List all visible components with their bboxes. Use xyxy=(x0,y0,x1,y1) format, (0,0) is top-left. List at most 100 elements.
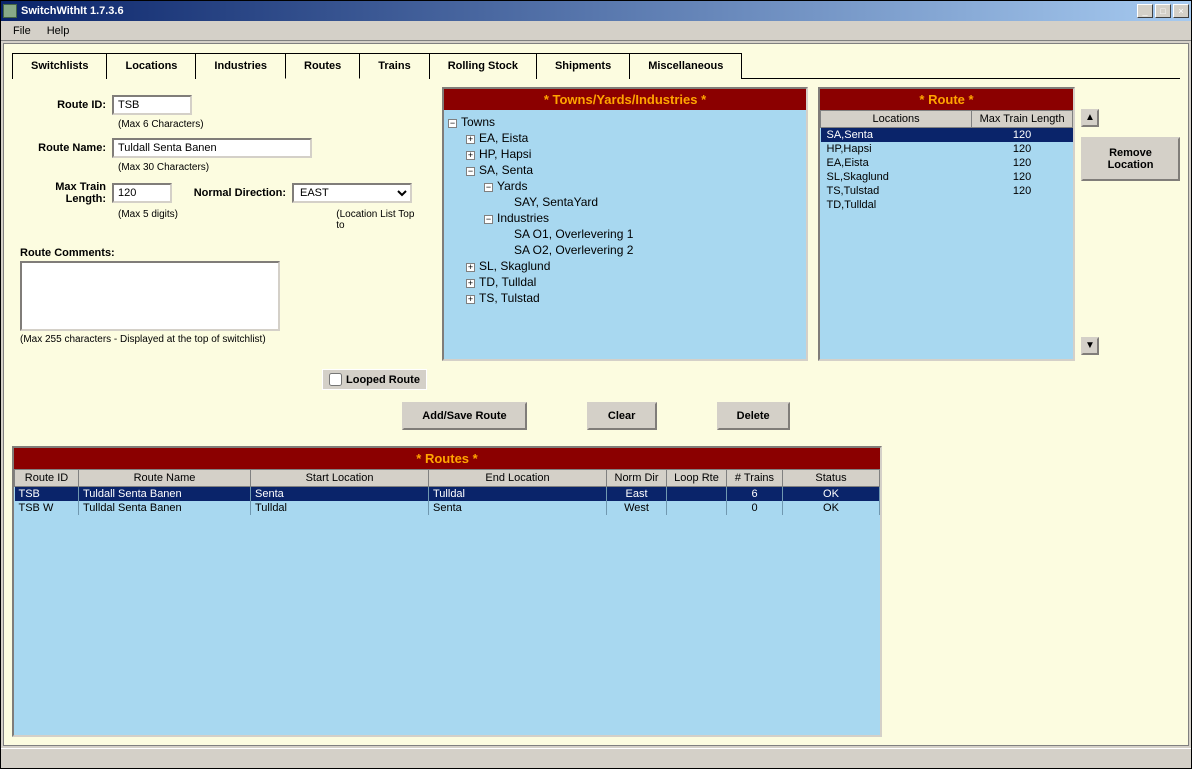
routes-row[interactable]: TSBTuldall Senta BanenSentaTulldalEast6O… xyxy=(15,487,880,502)
route-id-input[interactable] xyxy=(112,95,192,115)
route-row[interactable]: SA,Senta120 xyxy=(821,128,1073,143)
route-row[interactable]: EA,Eista120 xyxy=(821,156,1073,170)
route-cell-length: 120 xyxy=(972,156,1073,170)
tree-toggle-icon[interactable]: − xyxy=(448,119,457,128)
tree-toggle-icon[interactable]: − xyxy=(466,167,475,176)
looped-route-label: Looped Route xyxy=(346,374,420,386)
tree-item[interactable]: HP, Hapsi xyxy=(479,147,531,161)
towns-panel: * Towns/Yards/Industries * −Towns +EA, E… xyxy=(442,87,808,361)
maximize-button[interactable]: □ xyxy=(1155,4,1171,18)
add-save-route-button[interactable]: Add/Save Route xyxy=(402,402,526,430)
tab-shipments[interactable]: Shipments xyxy=(536,53,630,79)
tree-toggle-icon[interactable]: + xyxy=(466,279,475,288)
cell-trains: 6 xyxy=(727,487,783,502)
tab-miscellaneous[interactable]: Miscellaneous xyxy=(629,53,742,79)
col-loop-rte[interactable]: Loop Rte xyxy=(667,470,727,487)
towns-tree[interactable]: −Towns +EA, Eista +HP, Hapsi −SA, Senta … xyxy=(444,110,806,340)
tree-item[interactable]: Yards xyxy=(497,179,527,193)
tree-item[interactable]: Industries xyxy=(497,211,549,225)
scroll-up-icon[interactable]: ▲ xyxy=(1081,109,1099,127)
statusbar xyxy=(1,748,1191,768)
cell-status: OK xyxy=(783,501,880,515)
routes-table: Route ID Route Name Start Location End L… xyxy=(14,469,880,515)
tree-toggle-icon[interactable]: − xyxy=(484,183,493,192)
looped-route-checkbox[interactable] xyxy=(329,373,342,386)
route-id-label: Route ID: xyxy=(20,99,112,111)
tree-item[interactable]: SA O1, Overlevering 1 xyxy=(514,227,633,241)
route-cell-location: HP,Hapsi xyxy=(821,142,972,156)
col-route-id[interactable]: Route ID xyxy=(15,470,79,487)
minimize-button[interactable]: _ xyxy=(1137,4,1153,18)
route-panel-header: * Route * xyxy=(820,89,1073,110)
route-cell-location: SL,Skaglund xyxy=(821,170,972,184)
tree-toggle-icon[interactable]: + xyxy=(466,151,475,160)
tree-item[interactable]: SAY, SentaYard xyxy=(514,195,598,209)
tab-routes[interactable]: Routes xyxy=(285,53,360,79)
route-row[interactable]: HP,Hapsi120 xyxy=(821,142,1073,156)
menu-help[interactable]: Help xyxy=(39,23,78,39)
tree-toggle-icon[interactable]: − xyxy=(484,215,493,224)
comments-note: (Max 255 characters - Displayed at the t… xyxy=(20,334,424,345)
cell-dir: East xyxy=(607,487,667,502)
col-start-location[interactable]: Start Location xyxy=(251,470,429,487)
tab-rolling-stock[interactable]: Rolling Stock xyxy=(429,53,537,79)
route-cell-length: 120 xyxy=(972,184,1073,198)
routes-row[interactable]: TSB WTulldal Senta BanenTulldalSentaWest… xyxy=(15,501,880,515)
cell-id: TSB xyxy=(15,487,79,502)
cell-loop xyxy=(667,487,727,502)
col-locations[interactable]: Locations xyxy=(821,111,972,128)
cell-trains: 0 xyxy=(727,501,783,515)
remove-location-button[interactable]: Remove Location xyxy=(1081,137,1180,181)
tree-item[interactable]: TD, Tulldal xyxy=(479,275,536,289)
looped-route-row: Looped Route xyxy=(322,369,427,390)
cell-status: OK xyxy=(783,487,880,502)
comments-textarea[interactable] xyxy=(20,261,280,331)
clear-button[interactable]: Clear xyxy=(587,402,657,430)
col-norm-dir[interactable]: Norm Dir xyxy=(607,470,667,487)
tree-root[interactable]: Towns xyxy=(461,115,495,129)
route-row[interactable]: TD,Tulldal xyxy=(821,198,1073,212)
tree-item[interactable]: EA, Eista xyxy=(479,131,528,145)
route-panel: * Route * Locations Max Train Length SA,… xyxy=(818,87,1075,361)
tree-item[interactable]: SA O2, Overlevering 2 xyxy=(514,243,633,257)
tree-item[interactable]: SL, Skaglund xyxy=(479,259,550,273)
route-row[interactable]: TS,Tulstad120 xyxy=(821,184,1073,198)
normal-dir-select[interactable]: EAST xyxy=(292,183,412,203)
route-name-input[interactable] xyxy=(112,138,312,158)
cell-end: Senta xyxy=(429,501,607,515)
tab-trains[interactable]: Trains xyxy=(359,53,429,79)
col-max-train-length[interactable]: Max Train Length xyxy=(972,111,1073,128)
route-cell-length: 120 xyxy=(972,128,1073,143)
route-cell-location: SA,Senta xyxy=(821,128,972,143)
col-trains[interactable]: # Trains xyxy=(727,470,783,487)
cell-loop xyxy=(667,501,727,515)
max-train-input[interactable] xyxy=(112,183,172,203)
col-route-name[interactable]: Route Name xyxy=(79,470,251,487)
delete-button[interactable]: Delete xyxy=(717,402,790,430)
scroll-down-icon[interactable]: ▼ xyxy=(1081,337,1099,355)
normal-dir-label: Normal Direction: xyxy=(172,187,292,199)
tree-toggle-icon[interactable]: + xyxy=(466,295,475,304)
tab-locations[interactable]: Locations xyxy=(106,53,196,79)
tree-item[interactable]: SA, Senta xyxy=(479,163,533,177)
tabs: Switchlists Locations Industries Routes … xyxy=(12,52,1180,79)
tree-toggle-icon[interactable]: + xyxy=(466,135,475,144)
tab-switchlists[interactable]: Switchlists xyxy=(12,53,107,79)
cell-start: Senta xyxy=(251,487,429,502)
cell-dir: West xyxy=(607,501,667,515)
cell-name: Tuldall Senta Banen xyxy=(79,487,251,502)
tree-item[interactable]: TS, Tulstad xyxy=(479,291,540,305)
cell-start: Tulldal xyxy=(251,501,429,515)
menu-file[interactable]: File xyxy=(5,23,39,39)
tab-industries[interactable]: Industries xyxy=(195,53,286,79)
route-cell-length xyxy=(972,198,1073,212)
route-cell-location: EA,Eista xyxy=(821,156,972,170)
close-button[interactable]: × xyxy=(1173,4,1189,18)
route-row[interactable]: SL,Skaglund120 xyxy=(821,170,1073,184)
col-status[interactable]: Status xyxy=(783,470,880,487)
route-table: Locations Max Train Length SA,Senta120HP… xyxy=(820,110,1073,212)
routes-panel: * Routes * Route ID Route Name Start Loc… xyxy=(12,446,882,737)
route-cell-length: 120 xyxy=(972,170,1073,184)
col-end-location[interactable]: End Location xyxy=(429,470,607,487)
tree-toggle-icon[interactable]: + xyxy=(466,263,475,272)
